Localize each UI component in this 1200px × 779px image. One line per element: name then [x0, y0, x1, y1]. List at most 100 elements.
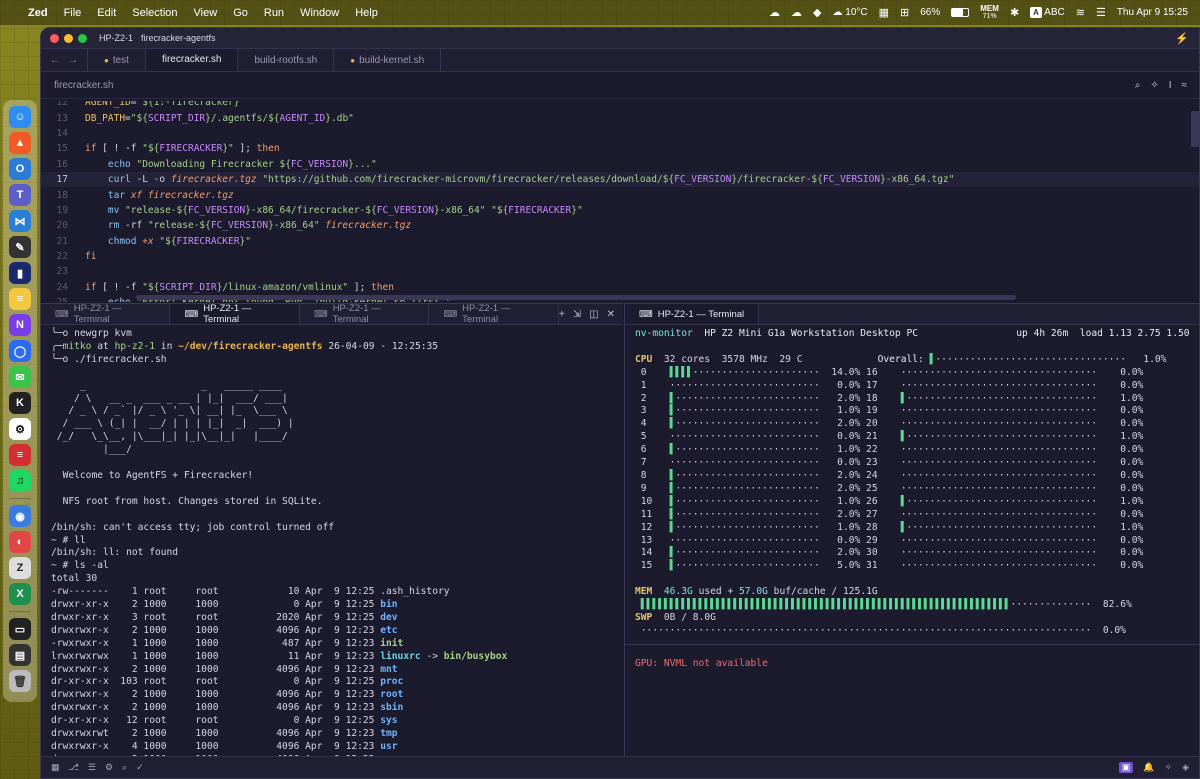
- zed-icon[interactable]: Z: [9, 557, 31, 579]
- brave-icon[interactable]: ▲: [9, 132, 31, 154]
- new-terminal-icon[interactable]: +: [559, 309, 565, 320]
- grid-icon[interactable]: ⊞: [900, 6, 909, 19]
- modified-dot-icon: ●: [350, 55, 356, 65]
- tab-label: test: [112, 54, 129, 66]
- k-app-icon[interactable]: K: [9, 392, 31, 414]
- chatgpt-icon[interactable]: ⚙: [9, 418, 31, 440]
- menu-edit[interactable]: Edit: [97, 7, 116, 19]
- minimize-button[interactable]: [64, 33, 73, 43]
- status-app-icon[interactable]: ◆: [813, 6, 821, 19]
- agent-panel-icon[interactable]: ◈: [1182, 762, 1189, 773]
- forward-arrow-icon[interactable]: →: [68, 55, 78, 66]
- notification-icon[interactable]: 🔔: [1143, 762, 1154, 773]
- terminal-panel-icon[interactable]: ▣: [1118, 762, 1134, 773]
- menu-window[interactable]: Window: [300, 7, 339, 19]
- menu-go[interactable]: Go: [233, 7, 248, 19]
- screenshot-thumb-icon[interactable]: ▤: [9, 644, 31, 666]
- menubar-clock[interactable]: Thu Apr 9 15:25: [1117, 7, 1188, 18]
- cloud-sync-icon[interactable]: ☁: [791, 6, 802, 19]
- script-editor-icon[interactable]: ✎: [9, 236, 31, 258]
- close-icon[interactable]: ✕: [607, 309, 615, 320]
- assistant-icon[interactable]: ✧: [1150, 80, 1158, 91]
- finder-icon[interactable]: ☺: [9, 106, 31, 128]
- split-icon[interactable]: ⇲: [573, 309, 581, 320]
- panel-layout-icon[interactable]: ◫: [589, 309, 598, 320]
- tab-build-rootfs[interactable]: build-rootfs.sh: [238, 49, 335, 71]
- assistant-panel-icon[interactable]: ✧: [1165, 762, 1173, 773]
- zed-window: HP-Z2-1 firecracker-agentfs ⚡ ← → ● test …: [40, 27, 1200, 779]
- line-number: 20: [56, 220, 68, 232]
- disk-utility-icon[interactable]: ◉: [9, 505, 31, 527]
- terminal-tab-active[interactable]: ⌨ HP-Z2-1 — Terminal: [625, 304, 760, 324]
- menu-file[interactable]: File: [64, 7, 82, 19]
- terminal-tab[interactable]: ⌨ HP-Z2-1 — Terminal: [300, 303, 430, 325]
- outline-icon[interactable]: ☰: [88, 762, 96, 773]
- debug-icon[interactable]: ⚙: [105, 762, 113, 773]
- mem-cache-word: buf/cache /: [773, 586, 838, 598]
- trash-icon[interactable]: 🗑: [9, 670, 31, 692]
- gpu-icon[interactable]: ▦: [879, 6, 889, 19]
- editor-scrollbar[interactable]: [1191, 111, 1199, 147]
- memory-widget[interactable]: MEM 71%: [980, 4, 999, 21]
- notes-app-icon[interactable]: ▮: [9, 262, 31, 284]
- teams-icon[interactable]: T: [9, 184, 31, 206]
- close-button[interactable]: [50, 33, 59, 43]
- weather-widget[interactable]: ☁ 10°C: [833, 7, 868, 18]
- abb-app-icon[interactable]: ≡: [9, 444, 31, 466]
- terminal-tab-label: HP-Z2-1 — Terminal: [657, 308, 745, 320]
- editor-horizontal-scrollbar[interactable]: [136, 295, 1016, 300]
- term-cmd: ./firecracker.sh: [74, 353, 167, 365]
- nfs-text: NFS root from host. Changes stored in SQ…: [62, 495, 323, 507]
- project-name[interactable]: HP-Z2-1: [99, 33, 133, 43]
- menu-view[interactable]: View: [194, 7, 218, 19]
- onenote-icon[interactable]: N: [9, 314, 31, 336]
- terminal-tab[interactable]: ⌨ HP-Z2-1 — Terminal: [429, 303, 559, 325]
- cpu-core-row: 13 ·························· 0.0% 29 ··…: [635, 534, 1144, 546]
- excel-icon[interactable]: X: [9, 583, 31, 605]
- tab-test[interactable]: ● test: [88, 49, 146, 71]
- breadcrumb-file[interactable]: firecracker.sh: [54, 80, 113, 91]
- cloud-icon[interactable]: ☁: [769, 6, 780, 19]
- terminal-tab-active[interactable]: ⌨ HP-Z2-1 — Terminal: [170, 303, 300, 325]
- menu-app-name[interactable]: Zed: [28, 7, 48, 19]
- zoom-button[interactable]: [78, 33, 87, 43]
- nv-monitor-output[interactable]: nv-monitor HP Z2 Mini G1a Workstation De…: [625, 325, 1199, 778]
- back-arrow-icon[interactable]: ←: [50, 55, 60, 66]
- battery-icon[interactable]: [951, 8, 970, 17]
- cpu-core-row: 15 ▌························· 5.0% 31 ··…: [635, 560, 1144, 572]
- input-source[interactable]: A ABC: [1030, 7, 1065, 18]
- branch-name[interactable]: firecracker-agentfs: [141, 33, 216, 43]
- cursor-icon[interactable]: I: [1169, 80, 1172, 91]
- spotify-icon[interactable]: ♫: [9, 470, 31, 492]
- menu-run[interactable]: Run: [264, 7, 284, 19]
- terminal-output[interactable]: ╰─o newgrp kvm ╭─mitko at hp-z2-1 in ~/d…: [41, 325, 623, 778]
- git-panel-icon[interactable]: ⎇: [69, 762, 79, 773]
- bluetooth-icon[interactable]: ✱: [1010, 6, 1019, 19]
- outlook-icon[interactable]: O: [9, 158, 31, 180]
- project-panel-icon[interactable]: ▦: [51, 762, 60, 773]
- app-red-icon[interactable]: ◐: [9, 531, 31, 553]
- diagnostics-icon[interactable]: ✓: [136, 762, 144, 773]
- tab-build-kernel[interactable]: ● build-kernel.sh: [334, 49, 442, 71]
- dock-separator: [9, 498, 31, 499]
- menu-selection[interactable]: Selection: [132, 7, 177, 19]
- vscode-icon[interactable]: ⋈: [9, 210, 31, 232]
- search-icon[interactable]: ⌕: [122, 762, 127, 773]
- settings-icon[interactable]: ≈: [1182, 80, 1188, 91]
- menu-help[interactable]: Help: [355, 7, 378, 19]
- tab-label: firecracker.sh: [161, 54, 222, 65]
- control-center-icon[interactable]: ☰: [1096, 6, 1106, 19]
- account-icon[interactable]: ⚡: [1175, 32, 1199, 45]
- code-line: 20 rm -rf "release-${FC_VERSION}-x86_64"…: [41, 218, 1199, 233]
- cpu-info: 32 cores 3578 MHz 29 C: [663, 353, 803, 365]
- signal-icon[interactable]: ◯: [9, 340, 31, 362]
- code-editor[interactable]: 12 AGENT_ID = "${1:-firecracker}" 13 DB_PATH…: [41, 101, 1199, 302]
- messages-icon[interactable]: ✉: [9, 366, 31, 388]
- terminal-tab[interactable]: ⌨ HP-Z2-1 — Terminal: [41, 303, 171, 325]
- stickies-icon[interactable]: ≡: [9, 288, 31, 310]
- tab-firecracker[interactable]: firecracker.sh: [145, 49, 239, 71]
- search-icon[interactable]: ⌕: [1135, 80, 1141, 91]
- cpu-core-row: 2 ▌························· 2.0% 18 ▌··…: [635, 392, 1144, 404]
- wifi-icon[interactable]: ≋: [1076, 6, 1085, 19]
- screenshot-thumb-icon[interactable]: ▭: [9, 618, 31, 640]
